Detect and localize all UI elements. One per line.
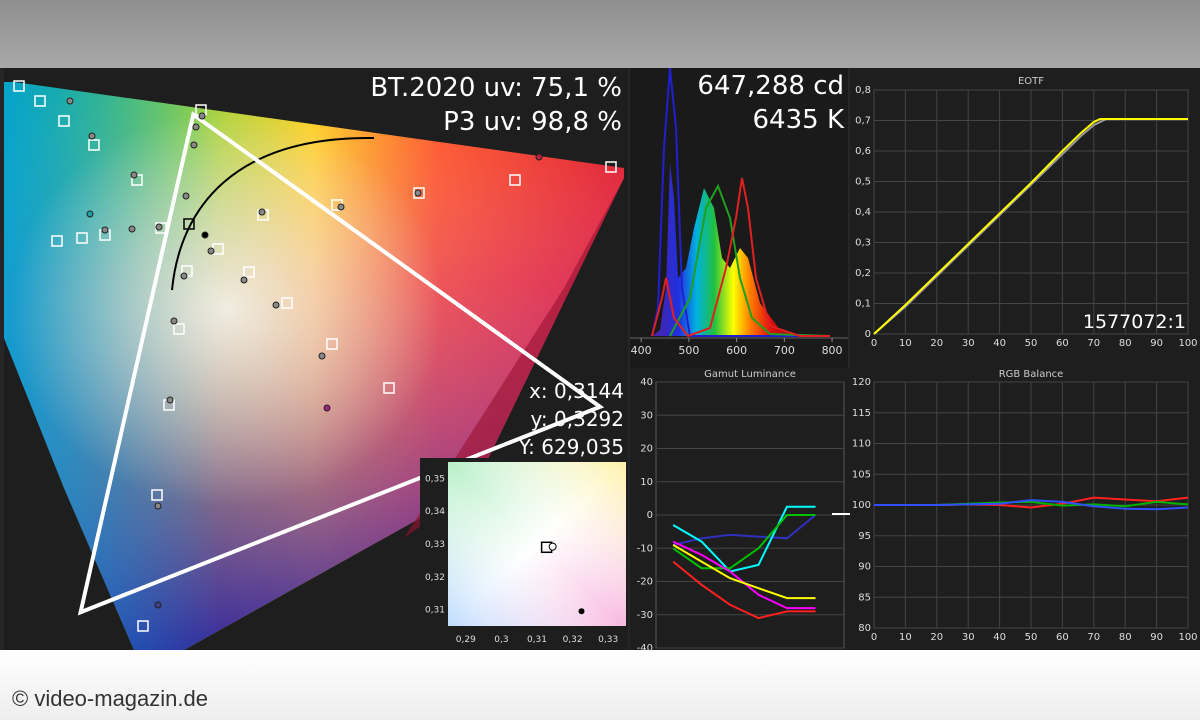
x-tick-label: 20 xyxy=(930,338,943,349)
x-tick-label: 90 xyxy=(1150,338,1163,349)
x-tick-label: 100 xyxy=(1178,338,1197,349)
y-tick-label: 115 xyxy=(852,408,871,419)
y-tick-label: 0,8 xyxy=(855,85,871,96)
p3-readout: P3 uv: 98,8 % xyxy=(443,107,622,137)
y-tick-label: 105 xyxy=(852,469,871,480)
spectrum-chart: 400 500 600 700 800 647,288 cd 6435 K xyxy=(630,68,848,368)
zoom-x-tick-label: 0,33 xyxy=(598,635,618,645)
x-tick-label: 40 xyxy=(993,338,1006,349)
x-tick-label: 10 xyxy=(899,632,912,643)
gamut-luminance-title: Gamut Luminance xyxy=(704,369,796,380)
y-tick-label: 10 xyxy=(640,477,653,488)
x-tick-label: 60 xyxy=(1056,338,1069,349)
spectrum-x-tick-label: 800 xyxy=(822,344,843,357)
cie-gamut-chart: BT.2020 uv: 75,1 % P3 uv: 98,8 % x: 0,31… xyxy=(4,68,628,650)
zoom-x-tick-label: 0,32 xyxy=(563,635,583,645)
spectrum-x-tick-label: 400 xyxy=(631,344,652,357)
zoom-y-tick-label: 0,33 xyxy=(425,540,445,550)
zoom-y-tick-label: 0,31 xyxy=(425,606,445,616)
y-tick-label: 0,5 xyxy=(855,177,871,188)
eotf-chart: EOTF 0 10 20 30 40 50 60 70 80 90 100 0 0,1 0,2 0,3 0,4… xyxy=(850,68,1200,368)
spectrum-x-tick-label: 700 xyxy=(774,344,795,357)
y-readout: y: 0,3292 xyxy=(531,407,624,431)
y-tick-label: 0,1 xyxy=(855,299,871,310)
x-tick-label: 40 xyxy=(993,632,1006,643)
x-tick-label: 70 xyxy=(1087,338,1100,349)
y-tick-label: -40 xyxy=(637,643,653,650)
measurement-stage: BT.2020 uv: 75,1 % P3 uv: 98,8 % x: 0,31… xyxy=(0,68,1200,650)
contrast-readout: 1577072:1 xyxy=(1083,311,1186,333)
y-tick-label: 0 xyxy=(865,329,871,340)
x-tick-label: 10 xyxy=(899,338,912,349)
y-tick-label: 95 xyxy=(858,531,871,542)
zoom-x-tick-label: 0,3 xyxy=(494,635,508,645)
y-tick-label: 0,4 xyxy=(855,207,871,218)
y-tick-label: 110 xyxy=(852,439,871,450)
y-tick-label: 100 xyxy=(852,500,871,511)
x-tick-label: 0 xyxy=(871,632,877,643)
spectrum-x-tick-label: 600 xyxy=(726,344,747,357)
x-tick-label: 30 xyxy=(962,338,975,349)
x-tick-label: 70 xyxy=(1087,632,1100,643)
x-tick-label: 100 xyxy=(1178,632,1197,643)
x-tick-label: 50 xyxy=(1025,338,1038,349)
x-tick-label: 80 xyxy=(1119,338,1132,349)
y-tick-label: 80 xyxy=(858,623,871,634)
y-tick-label: -30 xyxy=(637,610,653,621)
y-tick-label: -20 xyxy=(637,577,653,588)
y-tick-label: -10 xyxy=(637,543,653,554)
cct-readout: 6435 K xyxy=(753,105,845,135)
bt2020-readout: BT.2020 uv: 75,1 % xyxy=(370,73,622,103)
gamut-luminance-chart: Gamut Luminance 40 30 20 10 0 -10 -20 -30 -40 xyxy=(630,368,850,650)
y-tick-label: 120 xyxy=(852,377,871,388)
zoom-measured-point xyxy=(548,542,557,551)
luminance-readout: 647,288 cd xyxy=(697,71,844,101)
white-point-zoom-chart: 0,29 0,3 0,31 0,32 0,33 0,35 0,34 0,33 0,32 0,31 xyxy=(420,458,628,650)
zoom-x-tick-label: 0,31 xyxy=(527,635,547,645)
Y-readout: Y: 629,035 xyxy=(518,435,624,459)
y-tick-label: 20 xyxy=(640,444,653,455)
x-tick-label: 80 xyxy=(1119,632,1132,643)
y-tick-label: 0,3 xyxy=(855,238,871,249)
y-tick-label: 0,6 xyxy=(855,146,871,157)
y-tick-label: 40 xyxy=(640,377,653,388)
y-tick-label: 0 xyxy=(647,510,653,521)
x-tick-label: 60 xyxy=(1056,632,1069,643)
rgb-balance-chart: RGB Balance 0 10 20 30 40 50 60 70 80 90 100 80 85 90… xyxy=(850,368,1200,650)
x-tick-label: 30 xyxy=(962,632,975,643)
zoom-y-tick-label: 0,34 xyxy=(425,507,445,517)
zoom-y-tick-label: 0,32 xyxy=(425,573,445,583)
rgb-balance-title: RGB Balance xyxy=(999,369,1064,380)
y-tick-label: 85 xyxy=(858,592,871,603)
copyright-credit: © video-magazin.de xyxy=(12,686,208,711)
top-bar xyxy=(0,0,1200,68)
y-tick-label: 30 xyxy=(640,410,653,421)
zoom-y-tick-label: 0,35 xyxy=(425,474,445,484)
x-tick-label: 90 xyxy=(1150,632,1163,643)
x-tick-label: 0 xyxy=(871,338,877,349)
spectrum-x-tick-label: 500 xyxy=(678,344,699,357)
y-tick-label: 0,2 xyxy=(855,268,871,279)
eotf-title: EOTF xyxy=(1018,76,1044,87)
y-tick-label: 0,7 xyxy=(855,116,871,127)
y-tick-label: 90 xyxy=(858,562,871,573)
x-readout: x: 0,3144 xyxy=(529,379,624,403)
zoom-extra-point xyxy=(578,608,585,615)
x-tick-label: 50 xyxy=(1025,632,1038,643)
x-tick-label: 20 xyxy=(930,632,943,643)
zoom-x-tick-label: 0,29 xyxy=(456,635,476,645)
